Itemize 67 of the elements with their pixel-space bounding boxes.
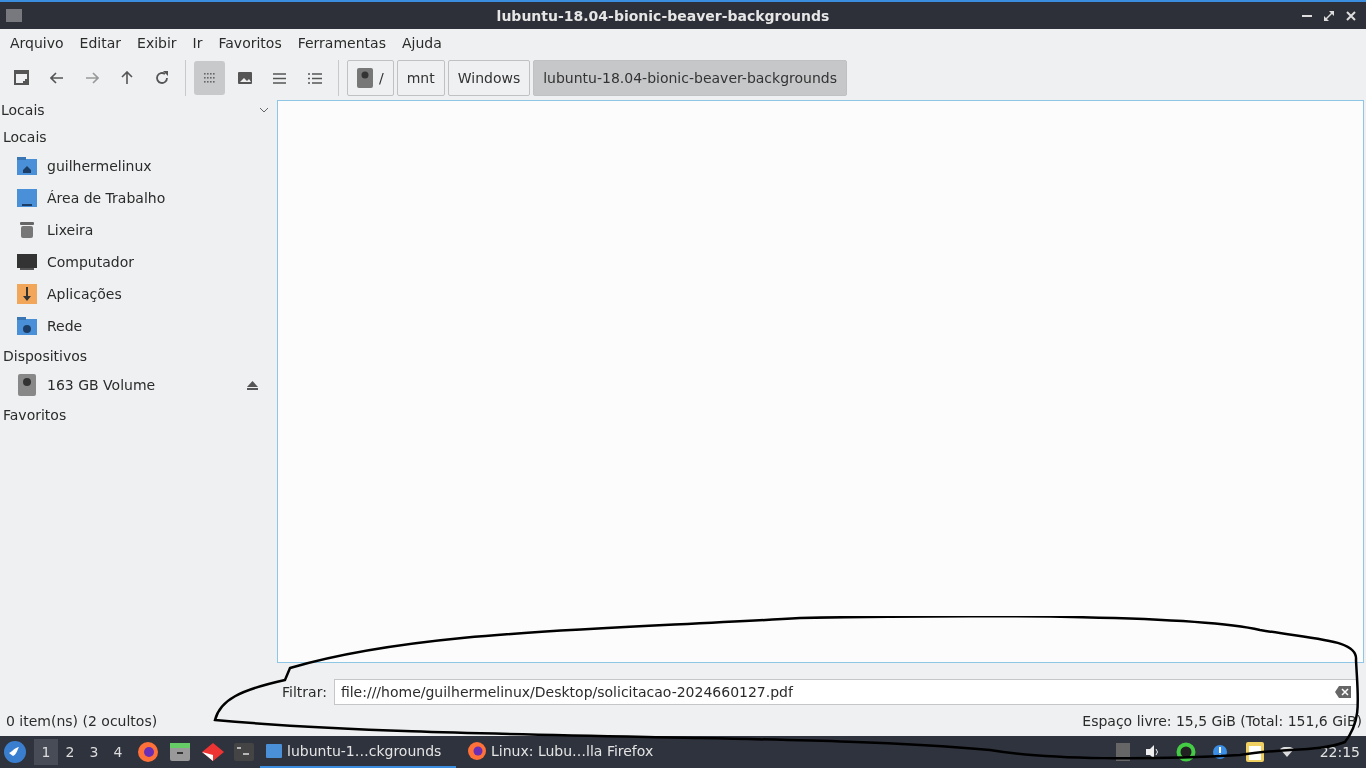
task-button[interactable]: lubuntu-1…ckgrounds — [260, 736, 456, 768]
sidebar-item[interactable]: Computador — [47, 254, 134, 270]
volume-icon[interactable] — [1145, 745, 1160, 759]
drive-icon — [18, 374, 36, 396]
sidebar-header: Locais — [1, 102, 45, 118]
reload-icon — [154, 71, 169, 85]
wifi-icon[interactable] — [1279, 747, 1294, 757]
network-folder-icon — [17, 317, 37, 335]
desktop-icon — [17, 189, 37, 207]
drive-icon — [357, 68, 373, 88]
section-title: Favoritos — [2, 405, 68, 425]
sidebar-item[interactable]: Rede — [47, 318, 83, 334]
home-folder-icon — [17, 157, 37, 175]
menu-item[interactable]: Ir — [184, 35, 211, 51]
menu-item[interactable]: Favoritos — [210, 35, 290, 51]
sidebar-item[interactable]: guilhermelinux — [47, 158, 152, 174]
back-arrow-icon — [49, 72, 64, 84]
sidebar-item[interactable]: Lixeira — [47, 222, 94, 238]
menu-item[interactable]: Ajuda — [393, 35, 450, 51]
sidebar-item[interactable]: 163 GB Volume — [47, 377, 237, 393]
up-arrow-icon — [120, 71, 133, 85]
folder-icon — [266, 744, 282, 758]
filter-label: Filtrar: — [282, 684, 327, 700]
diamond-icon[interactable] — [202, 743, 224, 761]
clock: 22:15 — [1319, 744, 1360, 760]
path-button[interactable]: Windows — [447, 60, 531, 96]
desktop-switch[interactable]: 2 — [58, 739, 82, 765]
download-icon — [17, 284, 37, 304]
desktop-switch[interactable]: 3 — [82, 739, 106, 765]
firefox-icon — [468, 742, 486, 760]
folder-icon — [6, 9, 22, 22]
menu-item[interactable]: Arquivo — [2, 35, 72, 51]
eject-icon[interactable] — [247, 380, 258, 390]
close-icon[interactable] — [1346, 10, 1356, 21]
maximize-icon[interactable] — [1324, 10, 1334, 21]
start-menu-icon[interactable] — [4, 741, 26, 763]
sidebar-item[interactable]: Aplicações — [47, 286, 122, 302]
file-manager-icon[interactable] — [170, 743, 190, 761]
path-button[interactable]: mnt — [396, 60, 445, 96]
list-icon — [273, 72, 286, 84]
path-button[interactable]: / — [347, 60, 394, 96]
menu-item[interactable]: Ferramentas — [289, 35, 394, 51]
terminal-icon[interactable] — [234, 743, 254, 761]
window-title: lubuntu-18.04-bionic-beaver-backgrounds — [495, 7, 831, 24]
new-tab-icon — [13, 70, 30, 86]
image-icon — [237, 72, 252, 84]
sidebar-item[interactable]: Área de Trabalho — [47, 190, 166, 206]
filter-field[interactable]: file:///home/guilhermelinux/Desktop/solicitacao-2024660127.pdf — [333, 679, 1358, 705]
grid-view-icon — [203, 73, 216, 83]
alert-icon[interactable] — [1211, 744, 1230, 760]
item-count: 0 item(ns) (2 ocultos) — [6, 713, 158, 729]
menu-item[interactable]: Exibir — [129, 35, 185, 51]
desktop-switch[interactable]: 4 — [106, 739, 130, 765]
trash-icon — [20, 222, 34, 238]
detailed-list-icon — [307, 72, 322, 84]
section-title: Locais — [2, 127, 48, 147]
firefox-icon[interactable] — [138, 742, 158, 762]
task-button[interactable]: Linux: Lubu…lla Firefox — [462, 736, 662, 768]
menu-item[interactable]: Editar — [71, 35, 130, 51]
chevron-down-icon[interactable] — [259, 107, 269, 113]
monitor-icon — [17, 254, 37, 270]
section-title: Dispositivos — [2, 346, 89, 366]
clear-icon[interactable] — [1334, 686, 1351, 698]
path-button[interactable]: lubuntu-18.04-bionic-beaver-backgrounds — [533, 60, 847, 96]
ring-icon[interactable] — [1175, 742, 1196, 762]
forward-arrow-icon — [84, 72, 99, 84]
desktop-switch[interactable]: 1 — [34, 739, 58, 765]
